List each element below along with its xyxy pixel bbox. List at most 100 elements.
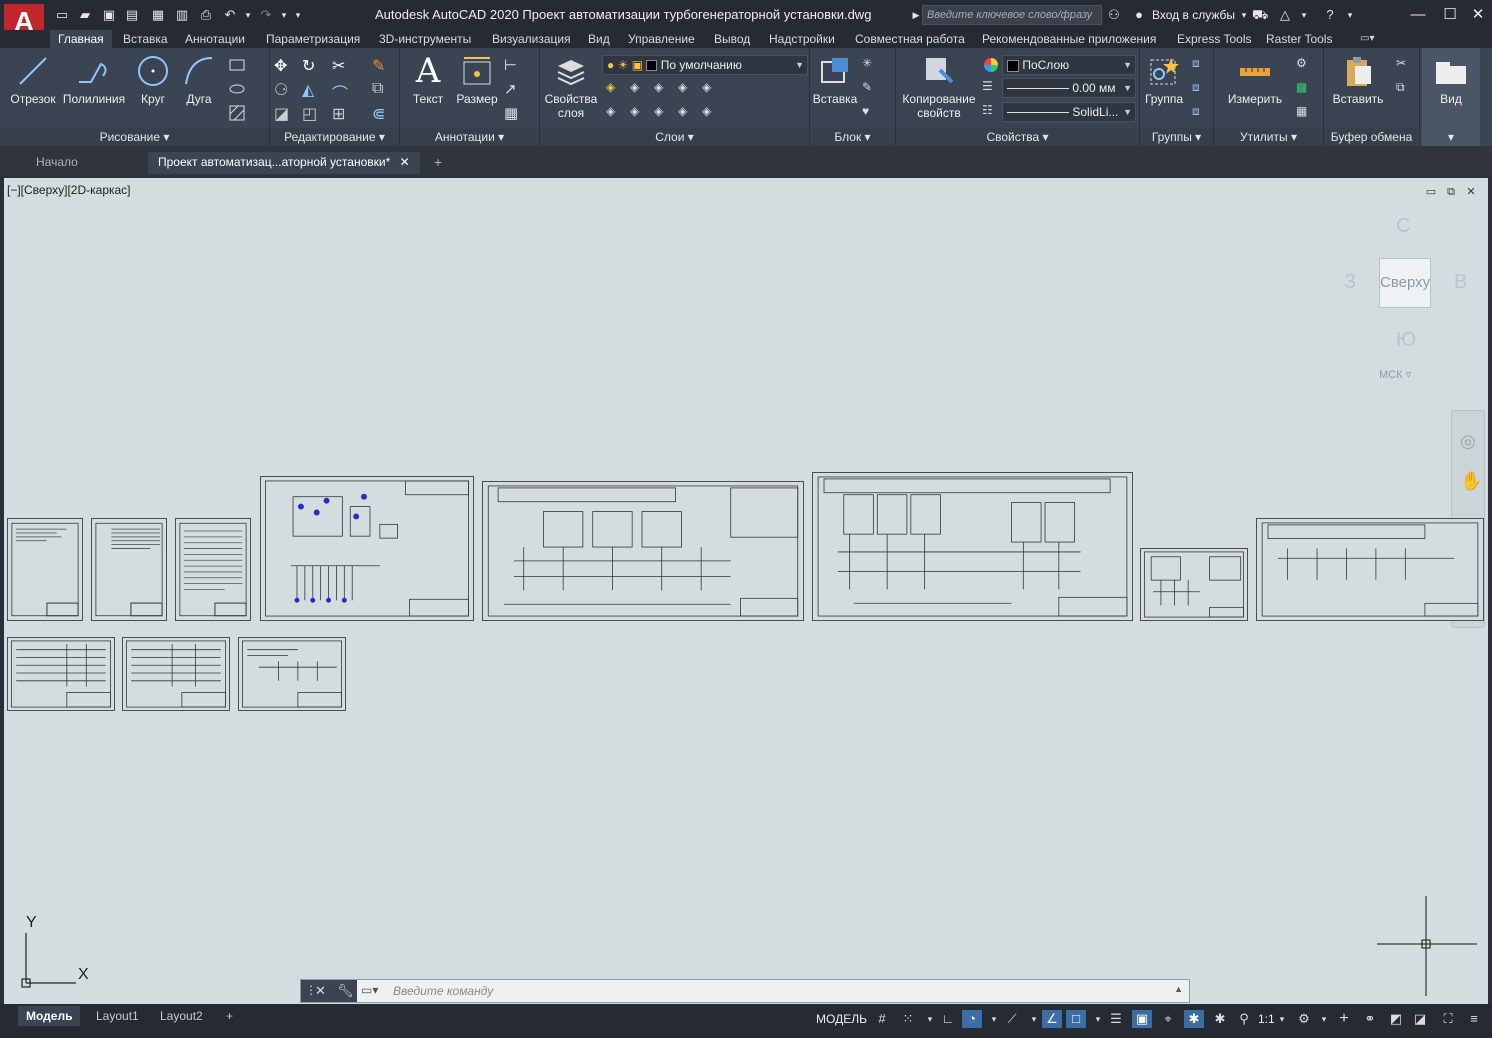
drawing-sheet-5[interactable] (482, 481, 804, 621)
compass-north[interactable]: С (1396, 215, 1410, 238)
selection-cycling-icon[interactable]: ⌖ (1158, 1010, 1178, 1028)
layer-thaw-icon[interactable]: ◈ (702, 104, 720, 122)
minimize-icon[interactable]: — (1406, 4, 1430, 26)
tab-home[interactable]: Главная (50, 30, 112, 48)
move-icon[interactable]: ✥ (274, 56, 292, 75)
command-customize-icon[interactable]: 🔧︎ (337, 983, 354, 999)
quick-select-icon[interactable]: ⚙ (1296, 56, 1314, 74)
layer-lock-icon[interactable]: ◈ (678, 80, 696, 98)
color-combo[interactable]: ПоСлою ▼ (1002, 55, 1136, 75)
customization-menu-icon[interactable]: ≡ (1464, 1010, 1484, 1028)
drawing-sheet-6[interactable] (812, 472, 1133, 621)
cart-icon[interactable]: ⛟ (1252, 7, 1268, 23)
panel-utilities-title[interactable]: Утилиты ▾ (1214, 128, 1323, 146)
compass-east[interactable]: В (1454, 271, 1467, 294)
paste-button[interactable]: Вставить (1328, 54, 1388, 106)
annotation-scale-icon[interactable]: ⚲ (1234, 1010, 1254, 1028)
save-as-icon[interactable]: ▤ (124, 7, 140, 23)
table-icon[interactable]: ▦ (504, 104, 522, 122)
pan-icon[interactable]: ✋ (1460, 471, 1482, 492)
cut-icon[interactable]: ✂ (1396, 56, 1414, 74)
layer-match-icon[interactable]: ◈ (606, 104, 624, 122)
lineweight-icon[interactable]: ☰ (982, 79, 1000, 97)
save-icon[interactable]: ▣ (101, 7, 117, 23)
clean-screen-icon[interactable]: ⛶ (1438, 1010, 1458, 1028)
lineweight-combo[interactable]: 0.00 мм ▼ (1002, 78, 1136, 98)
tab-layout1[interactable]: Layout1 (88, 1006, 147, 1026)
panel-properties-title[interactable]: Свойства ▾ (896, 128, 1139, 146)
ellipse-icon[interactable] (228, 80, 246, 98)
leader-icon[interactable]: ↗ (504, 80, 522, 98)
panel-draw-title[interactable]: Рисование ▾ (0, 128, 269, 146)
search-input[interactable]: Введите ключевое слово/фразу (922, 5, 1102, 25)
new-layout-icon[interactable]: + (218, 1006, 241, 1026)
model-space-button[interactable]: МОДЕЛЬ (816, 1012, 867, 1026)
scale-dropdown-icon[interactable]: ▾ (1272, 1010, 1292, 1028)
create-block-icon[interactable]: ✳ (862, 56, 880, 74)
viewport-controls[interactable]: [−][Сверху][2D-каркас] (7, 183, 131, 197)
graphics-performance-icon[interactable]: ◪ (1410, 1010, 1430, 1028)
snap-icon[interactable]: ⁙ (898, 1010, 918, 1028)
close-tab-icon[interactable]: ✕ (400, 155, 410, 169)
sign-in-link[interactable]: Вход в службы (1152, 8, 1235, 22)
tab-insert[interactable]: Вставка (123, 30, 168, 48)
new-file-icon[interactable]: ▭ (54, 7, 70, 23)
insert-block-button[interactable]: Вставка (812, 54, 858, 106)
panel-view-expand-icon[interactable]: ▾ (1422, 128, 1480, 146)
panel-layers-title[interactable]: Слои ▾ (540, 128, 809, 146)
tab-express-tools[interactable]: Express Tools (1177, 30, 1251, 48)
annotation-visibility-icon[interactable]: ✱ (1184, 1010, 1204, 1028)
save-web-icon[interactable]: ▥ (174, 7, 190, 23)
tab-3d-tools[interactable]: 3D-инструменты (379, 30, 471, 48)
open-file-icon[interactable]: ▰ (77, 7, 93, 23)
tab-featured-apps[interactable]: Рекомендованные приложения (982, 30, 1156, 48)
viewport-restore-icon[interactable]: ⧉ (1444, 185, 1458, 199)
dimension-button[interactable]: Размер (452, 54, 502, 106)
polar-dropdown-icon[interactable]: ▾ (984, 1010, 1004, 1028)
annotation-monitor-icon[interactable]: + (1334, 1010, 1354, 1028)
tab-view[interactable]: Вид (588, 30, 610, 48)
drawing-sheet-3[interactable] (175, 518, 251, 621)
transparency-icon[interactable]: ▣ (1132, 1010, 1152, 1028)
layer-isolate-icon[interactable]: ◈ (630, 80, 648, 98)
panel-modify-title[interactable]: Редактирование ▾ (270, 128, 399, 146)
select-all-icon[interactable]: ▩ (1296, 80, 1314, 98)
drawing-sheet-1[interactable] (7, 518, 83, 621)
isolate-objects-icon[interactable]: ◩ (1386, 1010, 1406, 1028)
erase-icon[interactable]: ✎ (372, 56, 390, 75)
isometric-dropdown-icon[interactable]: ▾ (1024, 1010, 1044, 1028)
color-wheel-icon[interactable] (982, 56, 1000, 74)
binoculars-icon[interactable]: ⚇ (1106, 7, 1122, 23)
group-button[interactable]: Группа (1142, 54, 1186, 106)
layer-on-icon[interactable]: ◈ (606, 80, 624, 98)
linetype-icon[interactable]: ☷ (982, 103, 1000, 121)
ucs-menu[interactable]: МСК ▿ (1379, 368, 1411, 381)
layer-previous-icon[interactable]: ◈ (630, 104, 648, 122)
layer-freeze-icon[interactable]: ◈ (654, 80, 672, 98)
close-icon[interactable]: ✕ (1466, 4, 1490, 26)
rectangle-icon[interactable] (228, 56, 246, 74)
polar-tracking-icon[interactable]: ◔ (962, 1010, 982, 1028)
drawing-sheet-10[interactable] (122, 637, 230, 711)
drawing-sheet-7[interactable] (1140, 548, 1248, 621)
layer-combo[interactable]: ● ☀ ▣ По умолчанию ▼ (602, 55, 808, 75)
customize-toolbar-icon[interactable]: ▾ (290, 7, 306, 23)
drawing-sheet-9[interactable] (7, 637, 115, 711)
fillet-icon[interactable]: ⌒ (332, 80, 350, 103)
group-edit-icon[interactable]: ⧈ (1192, 80, 1210, 98)
redo-icon[interactable]: ↷ (258, 7, 274, 23)
ungroup-icon[interactable]: ⧈ (1192, 56, 1210, 74)
isometric-icon[interactable]: ⟋ (1002, 1010, 1022, 1028)
a360-icon[interactable]: △ (1277, 7, 1293, 23)
edit-block-icon[interactable]: ✎ (862, 80, 880, 98)
stretch-icon[interactable]: ◪ (274, 104, 292, 123)
help-icon[interactable]: ? (1322, 7, 1338, 23)
scale-icon[interactable]: ◰ (302, 104, 320, 123)
object-snap-icon[interactable]: □ (1066, 1010, 1086, 1028)
sign-in-dropdown-icon[interactable]: ▾ (1236, 7, 1252, 23)
ribbon-options-icon[interactable]: ▭▾ (1360, 30, 1374, 48)
layer-walk-icon[interactable]: ◈ (654, 104, 672, 122)
drawing-sheet-11[interactable] (238, 637, 346, 711)
linear-dimension-icon[interactable]: ⊢ (504, 56, 522, 74)
panel-groups-title[interactable]: Группы ▾ (1140, 128, 1213, 146)
